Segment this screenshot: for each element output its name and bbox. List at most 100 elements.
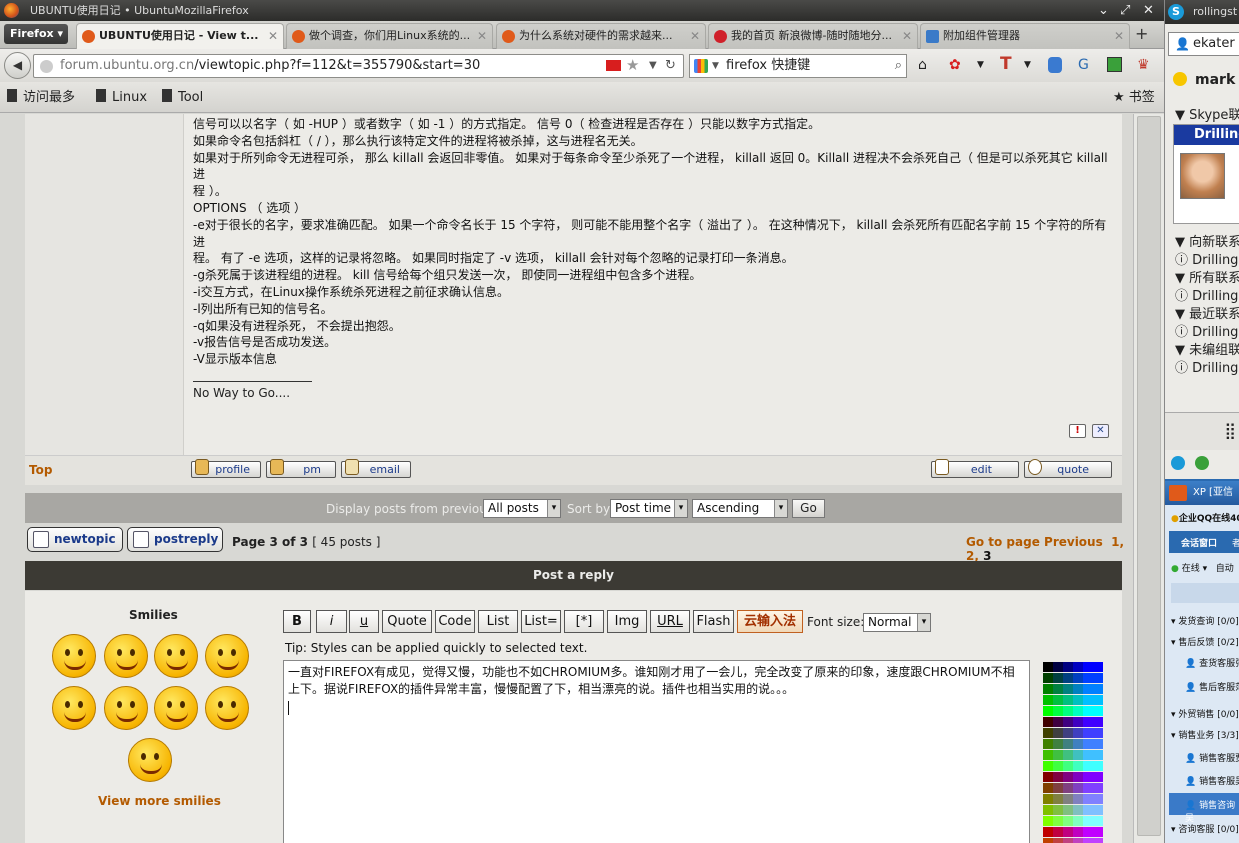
color-swatch[interactable] bbox=[1093, 728, 1103, 738]
color-swatch[interactable] bbox=[1093, 805, 1103, 815]
color-swatch[interactable] bbox=[1093, 684, 1103, 694]
maximize-icon[interactable]: ⤢ bbox=[1120, 0, 1130, 21]
site-identity-icon[interactable] bbox=[40, 60, 53, 73]
smiley-wink-icon[interactable] bbox=[205, 686, 249, 730]
color-swatch[interactable] bbox=[1063, 728, 1073, 738]
post-reply-button[interactable]: postreply bbox=[127, 527, 223, 552]
quote-button[interactable]: quote bbox=[1024, 459, 1112, 478]
color-swatch[interactable] bbox=[1073, 717, 1083, 727]
page-1-link[interactable]: 1 bbox=[1111, 535, 1119, 549]
color-swatch[interactable] bbox=[1093, 794, 1103, 804]
color-swatch[interactable] bbox=[1043, 761, 1053, 771]
view-more-smilies-link[interactable]: View more smilies bbox=[98, 794, 221, 808]
sort-by-select[interactable]: Post time bbox=[610, 499, 688, 518]
tab-sina-weibo[interactable]: 我的首页 新浪微博-随时随地分... ✕ bbox=[708, 23, 918, 49]
reload-icon[interactable]: ↻ bbox=[665, 55, 676, 77]
color-swatch[interactable] bbox=[1043, 695, 1053, 705]
color-swatch[interactable] bbox=[1063, 838, 1073, 843]
color-swatch[interactable] bbox=[1083, 772, 1093, 782]
smiley-dizzy-icon[interactable] bbox=[128, 738, 172, 782]
skype-contact[interactable]: ⓘ Drilling bbox=[1175, 249, 1238, 268]
color-swatch[interactable] bbox=[1093, 783, 1103, 793]
qq-group[interactable]: ▾ 咨询客服 [0/0] bbox=[1171, 822, 1239, 835]
skype-group-header[interactable]: ▼ 未编组联 bbox=[1175, 339, 1239, 358]
color-swatch[interactable] bbox=[1063, 761, 1073, 771]
font-size-select[interactable]: Normal bbox=[863, 613, 931, 632]
color-swatch[interactable] bbox=[1063, 717, 1073, 727]
url-button[interactable]: URL bbox=[650, 610, 690, 633]
color-swatch[interactable] bbox=[1053, 772, 1063, 782]
color-swatch[interactable] bbox=[1083, 827, 1093, 837]
color-swatch[interactable] bbox=[1043, 673, 1053, 683]
color-swatch[interactable] bbox=[1093, 739, 1103, 749]
color-swatch[interactable] bbox=[1053, 761, 1063, 771]
qq-group[interactable]: ▾ 售后反馈 [0/2] bbox=[1171, 635, 1239, 648]
color-swatch[interactable] bbox=[1043, 794, 1053, 804]
color-swatch[interactable] bbox=[1093, 662, 1103, 672]
tab-close-icon[interactable]: ✕ bbox=[268, 24, 278, 48]
top-link[interactable]: Top bbox=[29, 463, 52, 477]
search-icon[interactable]: ⌕ bbox=[895, 55, 902, 77]
pm-button[interactable]: pm bbox=[266, 459, 336, 478]
skype-contact[interactable]: ⓘ Drilling bbox=[1175, 321, 1238, 340]
color-swatch[interactable] bbox=[1093, 827, 1103, 837]
color-swatch[interactable] bbox=[1073, 706, 1083, 716]
color-swatch[interactable] bbox=[1053, 684, 1063, 694]
color-swatch[interactable] bbox=[1053, 662, 1063, 672]
bookmark-star-icon[interactable]: ★ bbox=[626, 54, 639, 76]
color-swatch[interactable] bbox=[1073, 761, 1083, 771]
bookmark-tool[interactable]: Tool bbox=[162, 82, 203, 113]
url-bar[interactable]: forum.ubuntu.org.cn/viewtopic.php?f=112&… bbox=[33, 54, 684, 78]
skype-group-header[interactable]: ▼ Skype联 bbox=[1175, 104, 1239, 123]
tab-hardware-question[interactable]: 为什么系统对硬件的需求越来... ✕ bbox=[496, 23, 706, 49]
color-swatch[interactable] bbox=[1093, 816, 1103, 826]
qq-contact[interactable]: 👤 销售客服吴 bbox=[1185, 774, 1239, 787]
qq-status-line[interactable]: ● 在线 ▾ 自动 bbox=[1171, 561, 1234, 574]
page-scrollbar[interactable] bbox=[1133, 114, 1164, 843]
smiley-tongue-icon[interactable] bbox=[104, 634, 148, 678]
tab-addons-manager[interactable]: 附加组件管理器 ✕ bbox=[920, 23, 1130, 49]
color-swatch[interactable] bbox=[1083, 816, 1093, 826]
new-tab-icon[interactable]: + bbox=[1135, 24, 1148, 43]
flash-button[interactable]: Flash bbox=[693, 610, 734, 633]
addon-green-icon[interactable] bbox=[1107, 57, 1122, 72]
color-swatch[interactable] bbox=[1053, 783, 1063, 793]
color-swatch[interactable] bbox=[1093, 695, 1103, 705]
goto-previous-link[interactable]: Go to page Previous bbox=[966, 535, 1103, 549]
bookmark-most-visited[interactable]: 访问最多 bbox=[7, 82, 75, 113]
skype-small-icon[interactable] bbox=[1171, 456, 1185, 470]
color-swatch[interactable] bbox=[1063, 816, 1073, 826]
skype-user-field[interactable]: 👤 ekater bbox=[1168, 32, 1239, 56]
tab-close-icon[interactable]: ✕ bbox=[1114, 24, 1124, 48]
tab-close-icon[interactable]: ✕ bbox=[690, 24, 700, 48]
dialpad-icon[interactable]: ⣿ bbox=[1224, 421, 1236, 440]
color-swatch[interactable] bbox=[1093, 673, 1103, 683]
search-input[interactable]: ▼ firefox 快捷键 ⌕ bbox=[689, 54, 907, 78]
qq-group[interactable]: ▾ 销售业务 [3/3] bbox=[1171, 728, 1239, 741]
list-numbered-button[interactable]: List= bbox=[521, 610, 561, 633]
qq-contact[interactable]: 👤 销售客服贾 bbox=[1185, 751, 1239, 764]
color-swatch[interactable] bbox=[1073, 838, 1083, 843]
color-swatch[interactable] bbox=[1053, 750, 1063, 760]
color-swatch[interactable] bbox=[1093, 717, 1103, 727]
list-item-button[interactable]: [*] bbox=[564, 610, 604, 633]
sort-order-select[interactable]: Ascending bbox=[692, 499, 788, 518]
qq-contact-selected[interactable]: 👤 销售咨询吴 bbox=[1169, 793, 1239, 824]
color-swatch[interactable] bbox=[1043, 728, 1053, 738]
color-swatch[interactable] bbox=[1053, 706, 1063, 716]
color-swatch[interactable] bbox=[1073, 772, 1083, 782]
qq-tab-session[interactable]: 会话窗口 bbox=[1181, 536, 1217, 549]
skype-group-header[interactable]: ▼ 向新联系 bbox=[1175, 231, 1239, 250]
report-icon[interactable]: ! bbox=[1069, 424, 1086, 438]
profile-button[interactable]: profile bbox=[191, 459, 261, 478]
color-swatch[interactable] bbox=[1063, 794, 1073, 804]
skype-contact-card[interactable]: Drilling bbox=[1173, 124, 1239, 224]
color-swatch[interactable] bbox=[1093, 706, 1103, 716]
color-swatch[interactable] bbox=[1043, 805, 1053, 815]
smiley-laugh-icon[interactable] bbox=[205, 634, 249, 678]
color-swatch[interactable] bbox=[1063, 805, 1073, 815]
color-swatch[interactable] bbox=[1083, 662, 1093, 672]
color-swatch[interactable] bbox=[1073, 673, 1083, 683]
color-swatch[interactable] bbox=[1053, 673, 1063, 683]
skype-group-header[interactable]: ▼ 最近联系 bbox=[1175, 303, 1239, 322]
